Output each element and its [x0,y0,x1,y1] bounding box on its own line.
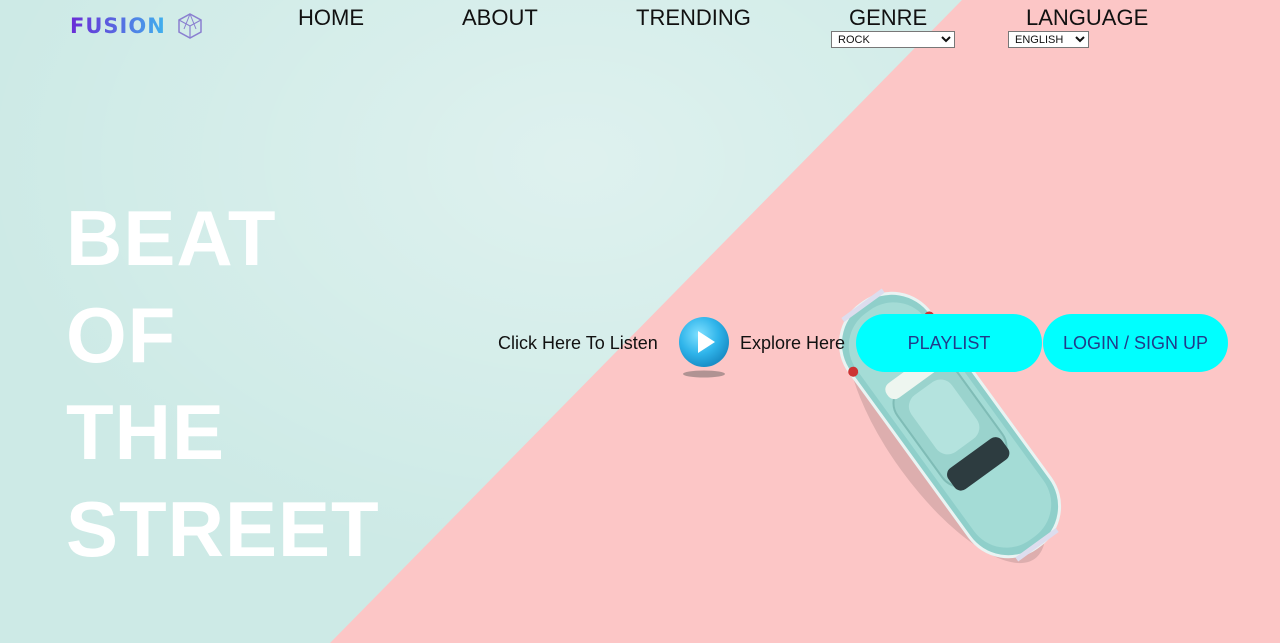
nav-language[interactable]: LANGUAGE [1026,5,1148,31]
listen-label: Click Here To Listen [498,333,658,353]
brand-name: FUSION [70,14,166,38]
nav-genre[interactable]: GENRE [849,5,927,31]
nav-home[interactable]: HOME [298,5,364,31]
hexagon-cube-icon [178,13,202,39]
explore-label: Explore Here [740,333,846,353]
login-signup-button[interactable]: LOGIN / SIGN UP [1043,314,1228,372]
nav-about[interactable]: ABOUT [462,5,538,31]
genre-select[interactable]: ROCK [831,31,955,48]
hero-line: BEAT [66,194,277,282]
nav-trending[interactable]: TRENDING [636,5,751,31]
brand-logo[interactable]: FUSION [70,12,204,40]
hero-line: THE [66,388,225,476]
hero-line: STREET [66,485,380,573]
playlist-button[interactable]: PLAYLIST [856,314,1042,372]
hero-title: BEAT OF THE STREET [66,190,380,578]
hero-line: OF [66,291,177,379]
language-select[interactable]: ENGLISH [1008,31,1089,48]
play-icon[interactable] [678,316,730,378]
